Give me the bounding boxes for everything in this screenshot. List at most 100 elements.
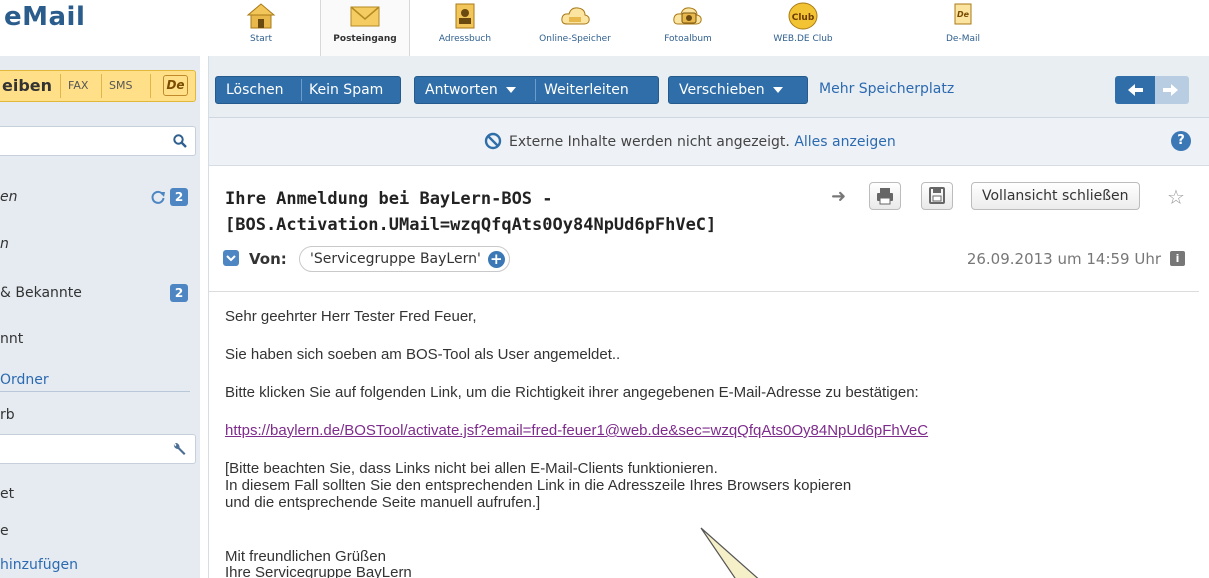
folder-label: e <box>0 523 9 539</box>
forward-button[interactable]: Weiterleiten <box>544 77 629 103</box>
body-paragraph: Bitte klicken Sie auf folgenden Link, um… <box>225 384 919 401</box>
folder-item[interactable]: e <box>0 521 196 543</box>
nav-inbox[interactable]: Posteingang <box>320 0 410 56</box>
body-paragraph: In diesem Fall sollten Sie den entsprech… <box>225 477 852 494</box>
body-paragraph: Sie haben sich soeben am BOS-Tool als Us… <box>225 346 621 363</box>
nav-de-mail[interactable]: De De-Mail <box>918 0 1008 52</box>
nav-webde-club[interactable]: Club WEB.DE Club <box>758 0 848 52</box>
folder-unknown[interactable]: nnt <box>0 329 196 351</box>
folder-settings-bar <box>0 434 196 464</box>
reply-label: Antworten <box>425 82 498 98</box>
search-icon[interactable] <box>173 134 187 148</box>
star-icon[interactable]: ☆ <box>1167 185 1185 209</box>
folder-label: n <box>0 236 9 252</box>
folder-friends[interactable]: & Bekannte 2 <box>0 283 196 305</box>
blocked-icon <box>484 132 502 150</box>
club-icon: Club <box>788 2 818 30</box>
body-closing: Mit freundlichen Grüßen <box>225 548 386 565</box>
compose-bar: eiben FAX SMS De <box>0 70 196 102</box>
folder-inbox[interactable]: en 2 <box>0 187 196 209</box>
compose-de-mail[interactable]: De <box>163 75 188 96</box>
divider <box>150 74 151 98</box>
folder-label: Ordner <box>0 372 49 388</box>
body-paragraph: und die entsprechende Seite manuell aufr… <box>225 494 541 511</box>
address-book-icon <box>455 3 475 29</box>
folder-label: rb <box>0 407 15 423</box>
top-navigation: eMail Start Posteingang Adressbuch Onlin… <box>0 0 1209 56</box>
sender-name: 'Servicegruppe BayLern' <box>310 251 481 267</box>
chevron-down-icon[interactable] <box>505 87 516 93</box>
folder-label: et <box>0 486 15 502</box>
subject-line: Ihre Anmeldung bei BayLern-BOS - <box>225 189 553 209</box>
folder-item[interactable]: n <box>0 234 196 256</box>
brand-logo[interactable]: eMail <box>4 2 85 32</box>
print-button[interactable] <box>869 182 901 210</box>
folder-label: hinzufügen <box>0 557 79 573</box>
chevron-down-icon <box>226 255 236 262</box>
camera-icon <box>673 7 702 25</box>
nav-address-book[interactable]: Adressbuch <box>420 0 510 52</box>
chevron-down-icon[interactable] <box>223 250 239 266</box>
sender-row: Von: 'Servicegruppe BayLern' + 26.09.201… <box>223 246 1193 272</box>
close-full-view-button[interactable]: Vollansicht schließen <box>971 182 1140 210</box>
mail-view: Löschen Kein Spam Antworten Weiterleiten… <box>208 56 1209 578</box>
folder-my-folders[interactable]: Ordner <box>0 370 196 392</box>
chevron-down-icon[interactable] <box>772 87 783 93</box>
notice-message: Externe Inhalte werden nicht angezeigt. <box>509 134 790 150</box>
not-spam-button[interactable]: Kein Spam <box>309 77 383 103</box>
add-folder-link[interactable]: hinzufügen <box>0 555 196 577</box>
floppy-disk-icon <box>929 187 945 204</box>
reply-group: Antworten Weiterleiten <box>414 76 659 104</box>
compose-fax[interactable]: FAX <box>68 79 88 92</box>
body-signature: Ihre Servicegruppe BayLern <box>225 564 412 578</box>
nav-online-storage[interactable]: Online-Speicher <box>530 0 620 52</box>
folder-label: en <box>0 189 18 205</box>
envelope-icon <box>350 6 380 27</box>
sidebar-search-input[interactable] <box>0 126 196 156</box>
more-storage-link[interactable]: Mehr Speicherplatz <box>819 81 954 97</box>
wrench-icon[interactable] <box>171 442 187 458</box>
divider <box>101 74 102 98</box>
help-icon[interactable]: ? <box>1171 131 1191 151</box>
info-icon[interactable]: i <box>1170 251 1185 266</box>
sender-chip[interactable]: 'Servicegruppe BayLern' + <box>299 246 510 272</box>
folder-trash[interactable]: rb <box>0 405 196 427</box>
printer-icon <box>877 188 893 205</box>
next-mail-button[interactable] <box>1155 76 1189 104</box>
body-paragraph: [Bitte beachten Sie, dass Links nicht be… <box>225 460 718 477</box>
svg-text:Club: Club <box>792 13 815 23</box>
activation-link[interactable]: https://baylern.de/BOSTool/activate.jsf?… <box>225 422 928 439</box>
unread-badge: 2 <box>170 284 188 302</box>
divider <box>0 391 190 392</box>
delete-button[interactable]: Löschen <box>226 77 283 103</box>
subject-line: [BOS.Activation.UMail=wzqQfqAts0Oy84NpUd… <box>225 215 717 235</box>
external-content-notice: Externe Inhalte werden nicht angezeigt. … <box>209 118 1209 166</box>
mail-navigation <box>1115 76 1189 104</box>
nav-start[interactable]: Start <box>216 0 306 52</box>
reply-button[interactable]: Antworten <box>425 77 516 103</box>
forward-arrow-icon[interactable]: ➜ <box>831 186 846 207</box>
previous-mail-button[interactable] <box>1115 76 1155 104</box>
mail-header: Ihre Anmeldung bei BayLern-BOS - [BOS.Ac… <box>209 166 1209 290</box>
home-icon <box>246 3 276 29</box>
compose-sms[interactable]: SMS <box>109 79 132 92</box>
folder-item[interactable]: et <box>0 484 196 506</box>
unread-badge: 2 <box>170 188 188 206</box>
add-contact-icon[interactable]: + <box>487 251 505 268</box>
notice-text: Externe Inhalte werden nicht angezeigt. … <box>509 134 896 150</box>
mail-subject: Ihre Anmeldung bei BayLern-BOS - [BOS.Ac… <box>225 186 815 238</box>
annotation-arrow-icon <box>700 527 759 578</box>
delete-group: Löschen Kein Spam <box>215 76 401 104</box>
svg-text:De: De <box>957 10 970 19</box>
nav-photo-album[interactable]: Fotoalbum <box>643 0 733 52</box>
body-greeting: Sehr geehrter Herr Tester Fred Feuer, <box>225 308 477 325</box>
save-button[interactable] <box>921 182 953 210</box>
refresh-icon[interactable] <box>150 189 166 205</box>
folder-label: nnt <box>0 331 24 347</box>
move-button[interactable]: Verschieben <box>679 77 783 103</box>
arrow-right-icon <box>1163 84 1178 96</box>
cloud-icon <box>561 7 590 25</box>
show-all-link[interactable]: Alles anzeigen <box>794 134 895 150</box>
mail-toolbar: Löschen Kein Spam Antworten Weiterleiten… <box>209 56 1209 118</box>
compose-button[interactable]: eiben <box>0 76 52 95</box>
